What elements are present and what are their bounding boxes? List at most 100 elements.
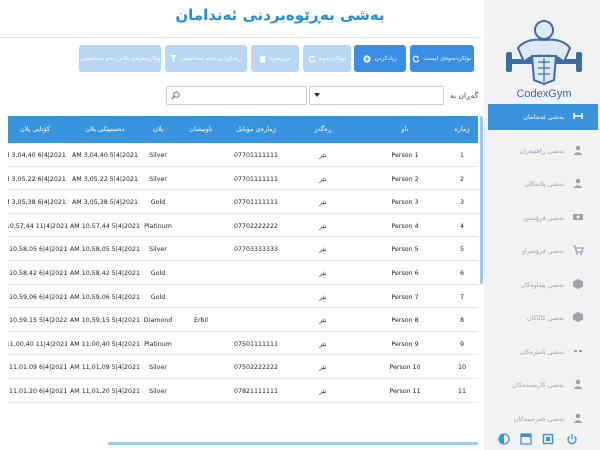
sidebar-item-6[interactable]: بەشی پێداوەکان — [488, 272, 598, 298]
sidebar-item-label: بەشی فرۆشتن — [523, 213, 564, 222]
page-title: بەشی بەڕێوەبردنی ئەندامان — [175, 6, 385, 24]
link-icon — [574, 349, 582, 352]
table-row[interactable]: 6 Person 6 نێر Gold AM 10,58,42 5|4|2021 A 10… — [3, 261, 478, 285]
user-icon — [573, 178, 583, 188]
user-icon — [573, 379, 583, 389]
codexgym-logo: CodexGym — [506, 20, 582, 100]
table-row[interactable]: 4 Person 4 نێر 07702222222 Platinum AM 10,57,… — [2, 214, 478, 238]
update-membership-plan-button[interactable]: نوێکردنەوەی پلانی دەم ئەندامێتی — [79, 45, 163, 72]
update-button[interactable]: نوێکردنەوە — [303, 45, 351, 72]
table-row[interactable]: 7 Person 7 نێر Gold AM 10,59,06 5|4|2021 A 10… — [3, 285, 478, 309]
sidebar-item-label: بەشی خەرجییەکان — [513, 414, 564, 423]
table-row[interactable]: 9 Person 9 نێر 07501111111 Platinum AM 11,00,… — [2, 332, 478, 356]
search-by-select[interactable] — [309, 86, 444, 105]
contrast-icon[interactable] — [498, 433, 510, 445]
vertical-scrollbar[interactable] — [480, 116, 483, 284]
sidebar-item-label: بەشی پێداوەکان — [520, 280, 564, 289]
col-gender[interactable]: ڕەگەز — [314, 125, 331, 133]
table-row[interactable]: 1 Person 1 نێر 07701111111 Silver AM 3,04,40 … — [4, 143, 478, 167]
sidebar-item-7[interactable]: بەشی کاڵاکان — [488, 305, 598, 331]
cell-name: Person 6 — [391, 270, 419, 277]
window-icon[interactable] — [520, 433, 532, 445]
cell-plan: Platinum — [144, 222, 172, 230]
cell-number: 5 — [459, 246, 465, 254]
cell-name: Person 11 — [389, 388, 421, 395]
search-input[interactable] — [166, 86, 307, 105]
cell-gender: نێر — [319, 388, 327, 395]
cell-plan-start: AM 10,58,05 5|4|2021 — [69, 246, 141, 254]
cell-plan-end: A 10,59,15 5|4|2022 — [2, 317, 68, 325]
fullscreen-icon[interactable] — [542, 433, 554, 445]
sidebar-item-label: بەشی پلانەکان — [524, 180, 564, 188]
sidebar-item-3[interactable]: بەشی پلانەکان — [488, 171, 598, 197]
sidebar-item-4[interactable]: بەشی فرۆشتن — [488, 205, 598, 231]
user-icon — [573, 145, 583, 155]
table-row[interactable]: 10 Person 10 نێر 07502222222 Silver AM 11,01,… — [3, 355, 478, 379]
header-divider — [0, 37, 482, 38]
cell-plan: Silver — [149, 152, 167, 159]
sidebar-bottom-bar — [484, 428, 600, 450]
cell-gender: نێر — [319, 222, 327, 230]
cell-plan-end: A 10,59,06 6|4|2021 — [2, 293, 68, 301]
cell-plan: Platinum — [144, 340, 172, 348]
col-plan[interactable]: پلان — [153, 125, 163, 133]
cell-name: Person 3 — [391, 199, 419, 207]
refresh-icon — [308, 55, 316, 62]
cell-plan-start: AM 3,05,22 5|4|2021 — [71, 175, 139, 183]
col-number[interactable]: ژمارە — [454, 125, 469, 133]
table-row[interactable]: 2 Person 2 نێر 07701111111 Silver AM 3,05,22 … — [4, 167, 478, 191]
refresh-icon — [413, 55, 420, 62]
col-phone[interactable]: ژمارەی مۆبایل — [236, 125, 276, 133]
col-name[interactable]: ناو — [402, 125, 409, 133]
col-plan-start[interactable]: دەستپێکی پلان — [85, 125, 124, 133]
cell-phone: 07501111111 — [233, 340, 279, 348]
table-row[interactable]: 11 Person 11 نێر 07821111111 Silver AM 11,01,… — [3, 379, 478, 403]
sidebar-item-5[interactable]: بەشی فرۆشراو — [488, 238, 598, 264]
table-row[interactable]: 8 Person 8 نێر Erbil Diamond AM 10,59,15 5|4|… — [3, 308, 478, 332]
filter-icon — [170, 54, 178, 62]
sidebar-item-1[interactable]: بەشی ئەندامان — [488, 104, 598, 130]
cell-plan: Silver — [149, 246, 167, 254]
sidebar-item-2[interactable]: بەشی ڕاهێنەران — [488, 138, 598, 164]
cell-plan: Silver — [149, 364, 167, 372]
search-by-label: گەڕان بە — [450, 91, 479, 100]
cell-plan-end: A 10,58,42 6|4|2021 — [2, 270, 68, 277]
app-window: بەشی بەڕێوەبردنی ئەندامان نوێکردنەوەی لی… — [0, 0, 600, 450]
cell-plan: Silver — [149, 388, 167, 395]
cell-plan-end: M 3,05,22 6|4|2021 — [4, 175, 66, 183]
sidebar-item-9[interactable]: بەشی کارمەندەکان — [488, 372, 598, 398]
add-label: زیادکردن — [374, 55, 397, 62]
power-icon[interactable] — [566, 433, 578, 445]
cell-plan-end: A 10,58,05 6|4|2021 — [2, 246, 68, 254]
delete-button[interactable]: سڕینەوە — [251, 45, 299, 72]
cell-name: Person 8 — [391, 317, 419, 325]
table-row[interactable]: 5 Person 5 نێر 07703333333 Silver AM 10,58,05… — [3, 237, 478, 261]
add-membership-button[interactable]: زیادکردنی دەم ئەندامێتی — [165, 45, 247, 72]
horizontal-scrollbar[interactable] — [108, 442, 478, 445]
cell-number: 2 — [459, 175, 465, 183]
cell-name: Person 5 — [391, 246, 419, 254]
cell-plan-end: I 11,00,40 11|4|2021 — [1, 340, 69, 348]
search-icon — [171, 91, 180, 100]
cell-number: 10 — [457, 364, 467, 372]
col-plan-end[interactable]: کۆتایی پلان — [20, 125, 50, 133]
refresh-list-button[interactable]: نوێکردنەوەی لیست — [410, 45, 474, 72]
cell-phone: 07701111111 — [233, 199, 279, 207]
cell-plan-start: AM 10,59,06 5|4|2021 — [69, 293, 141, 301]
cell-plan: Diamond — [143, 317, 173, 325]
cell-phone: 07703333333 — [233, 246, 279, 254]
cell-phone: 07702222222 — [233, 222, 279, 230]
table-header: ژمارە ناو ڕەگەز ژمارەی مۆبایل ناونیشان پ… — [8, 116, 478, 143]
add-button[interactable]: زیادکردن — [354, 45, 406, 72]
sidebar-item-label: بەشی ئەندامان — [523, 113, 564, 121]
table-row[interactable]: 3 Person 3 نێر 07701111111 Gold AM 3,05,38 5|… — [4, 190, 478, 214]
col-address[interactable]: ناونیشان — [189, 125, 212, 133]
update-label: نوێکردنەوە — [319, 55, 346, 62]
brand-name: CodexGym — [516, 88, 571, 100]
update-membership-plan-label: نوێکردنەوەی پلانی دەم ئەندامێتی — [80, 55, 163, 62]
cell-plan: Gold — [150, 199, 166, 207]
sidebar-item-8[interactable]: بەشی ئامێرەکان — [488, 339, 598, 365]
cell-plan-end: M 3,04,40 6|4|2021 — [4, 152, 66, 159]
cell-phone: 07701111111 — [233, 175, 279, 183]
cell-gender: نێر — [319, 270, 327, 277]
